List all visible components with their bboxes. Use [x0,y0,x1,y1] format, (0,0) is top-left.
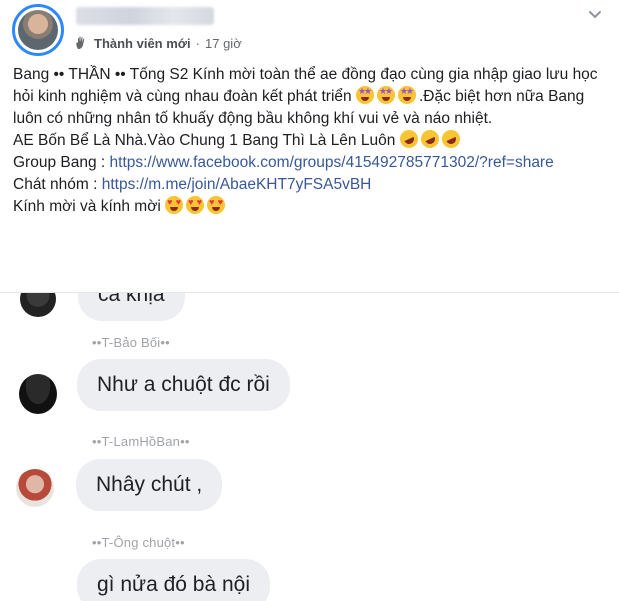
chat-message-bubble: Như a chuột đc rồi [77,359,290,411]
chat-avatar [20,293,56,317]
chat-message-text: Như a chuột đc rồi [97,373,270,396]
chat-sender-name: ••T-LamHồBan•• [92,434,190,449]
rofl-emoji-icon [438,127,463,151]
chat-message-bubble: gì nửa đó bà nội [77,559,271,601]
chat-message-text: cả khịa [98,293,165,306]
post-paragraph-intro: Bang •• THẦN •• Tống S2 Kính mời toàn th… [13,64,603,130]
waving-hand-icon [76,36,85,49]
chat-message-bubble: Nhây chút , [76,459,223,511]
heart-eyes-emoji-icon [207,196,226,214]
rofl-emoji-icon [417,127,442,151]
post-body: Bang •• THẦN •• Tống S2 Kính mời toàn th… [13,64,603,218]
chat-message-bubble: cả khịa [78,293,185,321]
author-photo [18,10,58,50]
heart-eyes-emoji-icon [186,196,205,214]
post-paragraph-chat: Chát nhóm : https://m.me/join/AbaeKHT7yF… [13,174,603,196]
author-avatar[interactable] [12,4,64,56]
chat-link[interactable]: https://m.me/join/AbaeKHT7yFSA5vBH [102,176,372,193]
chat-screenshot-image: cả khịa ••T-Bảo Bối•• Như a chuột đc rồi… [0,293,619,601]
chat-message-text: gì nửa đó bà nội [97,573,251,596]
closing-text: Kính mời và kính mời [13,198,161,215]
heart-eyes-emoji-icon [165,196,184,214]
post-paragraph-slogan: AE Bốn Bể Là Nhà.Vào Chung 1 Bang Thì Là… [13,127,603,152]
star-struck-emoji-icon [397,86,416,104]
chat-sender-name: ••T-Ông chuột•• [92,535,185,550]
chat-avatar [19,374,57,414]
star-struck-emoji-icon [355,86,374,104]
rofl-emoji-icon [396,127,421,151]
chat-message-text: Nhây chút , [96,473,203,496]
chat-avatar [16,469,54,507]
author-name-blurred[interactable] [76,7,214,25]
post-time[interactable]: 17 giờ [205,36,242,51]
chat-label: Chát nhóm : [13,176,102,193]
meta-separator: · [195,35,200,51]
slogan-text: AE Bốn Bể Là Nhà.Vào Chung 1 Bang Thì Là… [13,132,396,149]
chevron-down-icon[interactable] [587,8,603,22]
chat-sender-name: ••T-Bảo Bối•• [92,335,170,350]
post-paragraph-group: Group Bang : https://www.facebook.com/gr… [13,152,603,174]
post-meta: Thành viên mới · 17 giờ [74,34,242,52]
member-badge[interactable]: Thành viên mới [94,36,191,51]
facebook-post: Thành viên mới · 17 giờ Bang •• THẦN •• … [0,0,619,292]
post-paragraph-closing: Kính mời và kính mời [13,196,603,218]
group-label: Group Bang : [13,154,110,171]
star-struck-emoji-icon [376,86,395,104]
group-link[interactable]: https://www.facebook.com/groups/41549278… [110,154,554,171]
